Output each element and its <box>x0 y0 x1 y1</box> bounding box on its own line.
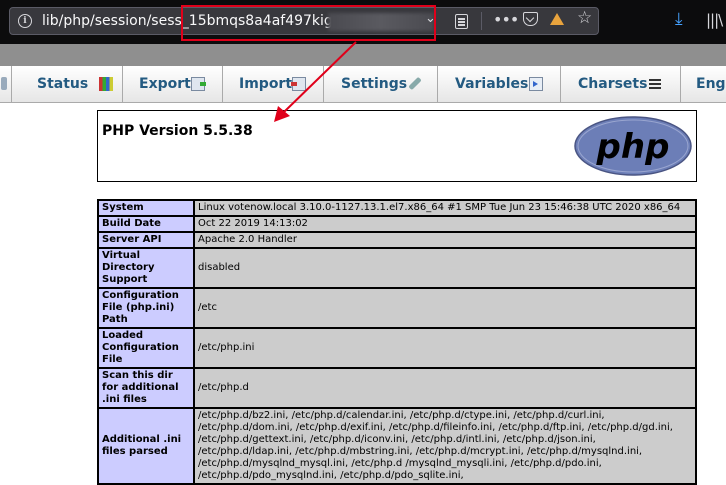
wrench-icon <box>408 76 422 91</box>
tab-icon <box>1 77 7 90</box>
row-value: Linux votenow.local 3.10.0-1127.13.1.el7… <box>194 200 696 216</box>
variables-icon <box>529 77 543 91</box>
tab-bar: Status Export Import Settings Variables … <box>0 66 726 103</box>
status-icon <box>99 77 113 91</box>
php-logo: php <box>574 116 692 176</box>
tab-label: Settings <box>341 76 408 92</box>
tab-import[interactable]: Import <box>223 66 324 102</box>
more-icon[interactable]: ••• <box>493 12 519 28</box>
tab-label: Status <box>37 76 89 92</box>
table-row: Loaded Configuration File/etc/php.ini <box>98 328 696 368</box>
tab-label: Variables <box>455 76 529 92</box>
row-key: Configuration File (php.ini) Path <box>98 288 194 328</box>
row-key: System <box>98 200 194 216</box>
php-logo-text: php <box>596 127 670 167</box>
tab-variables[interactable]: Variables <box>438 66 561 102</box>
download-icon[interactable]: ⤓ <box>675 11 683 28</box>
reader-view-icon[interactable] <box>455 14 468 29</box>
pocket-icon[interactable] <box>523 12 538 26</box>
row-value: /etc/php.d <box>194 368 696 408</box>
tab-export[interactable]: Export <box>123 66 223 102</box>
table-row: Configuration File (php.ini) Path/etc <box>98 288 696 328</box>
tab-partial[interactable] <box>0 66 12 102</box>
table-row: Scan this dir for additional .ini files /… <box>98 368 696 408</box>
url-highlight-box <box>181 5 436 41</box>
info-icon[interactable]: i <box>18 14 32 28</box>
tab-label: Export <box>139 76 191 92</box>
chevron-down-icon[interactable]: ⌄ <box>425 11 436 27</box>
tab-engines[interactable]: Engi <box>681 66 726 102</box>
tab-status[interactable]: Status <box>12 66 123 102</box>
export-icon <box>191 77 206 91</box>
toolbar-gap <box>0 44 726 66</box>
row-key: Loaded Configuration File <box>98 328 194 368</box>
row-value: /etc/php.ini <box>194 328 696 368</box>
phpinfo-table: System Linux votenow.local 3.10.0-1127.13… <box>97 199 697 485</box>
library-icon[interactable]: |||\ <box>706 12 723 28</box>
row-value: disabled <box>194 248 696 288</box>
tab-charsets[interactable]: Charsets <box>561 66 681 102</box>
row-value: Oct 22 2019 14:13:02 <box>194 216 696 232</box>
row-value: Apache 2.0 Handler <box>194 232 696 248</box>
table-row: Server API Apache 2.0 Handler <box>98 232 696 248</box>
charsets-icon <box>649 79 661 89</box>
row-key: Scan this dir for additional .ini files <box>98 368 194 408</box>
tab-label: Charsets <box>578 76 648 92</box>
php-version-title: PHP Version 5.5.38 <box>102 123 253 139</box>
row-key: Server API <box>98 232 194 248</box>
row-key: Virtual Directory Support <box>98 248 194 288</box>
table-row: Additional .ini files parsed/etc/php.d/b… <box>98 408 696 484</box>
tab-label: Import <box>239 76 293 92</box>
row-value: /etc/php.d/bz2.ini, /etc/php.d/calendar.… <box>194 408 696 484</box>
browser-toolbar: i lib/php/session/sess_15bmqs8a4af497kig… <box>0 0 726 44</box>
row-key: Build Date <box>98 216 194 232</box>
php-version-header: PHP Version 5.5.38 php <box>97 110 697 182</box>
row-key: Additional .ini files parsed <box>98 408 194 484</box>
toolbar-divider <box>481 12 482 30</box>
table-row: Virtual Directory Support disabled <box>98 248 696 288</box>
tab-label: Engi <box>696 76 726 92</box>
table-row: Build Date Oct 22 2019 14:13:02 <box>98 216 696 232</box>
bookmark-star-icon[interactable]: ☆ <box>577 10 592 27</box>
table-row: System Linux votenow.local 3.10.0-1127.13… <box>98 200 696 216</box>
extension-icon[interactable] <box>550 13 564 25</box>
row-value: /etc <box>194 288 696 328</box>
tab-settings[interactable]: Settings <box>324 66 438 102</box>
import-icon <box>291 77 306 91</box>
